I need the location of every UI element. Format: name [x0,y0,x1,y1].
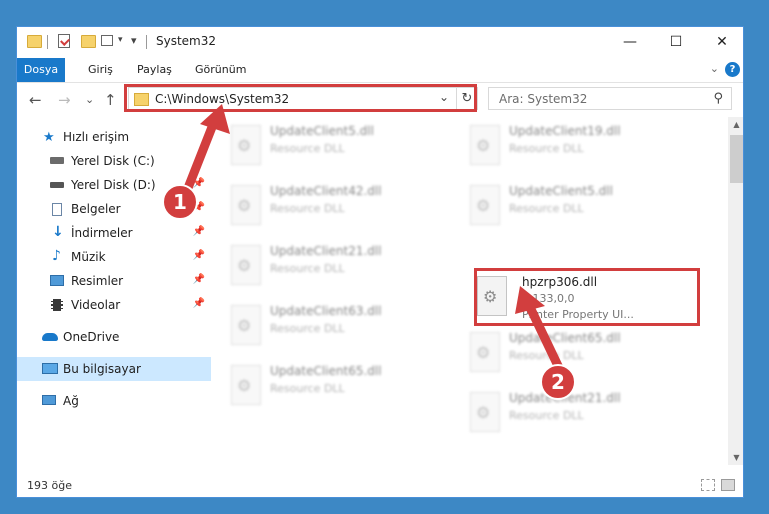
arrow-one-shaft [183,117,219,193]
callout-step-two: 2 [540,364,576,400]
arrow-two-head [515,286,545,314]
annotation-arrows [183,104,565,375]
arrow-two-shaft [523,298,565,375]
callout-step-one: 1 [162,184,198,220]
